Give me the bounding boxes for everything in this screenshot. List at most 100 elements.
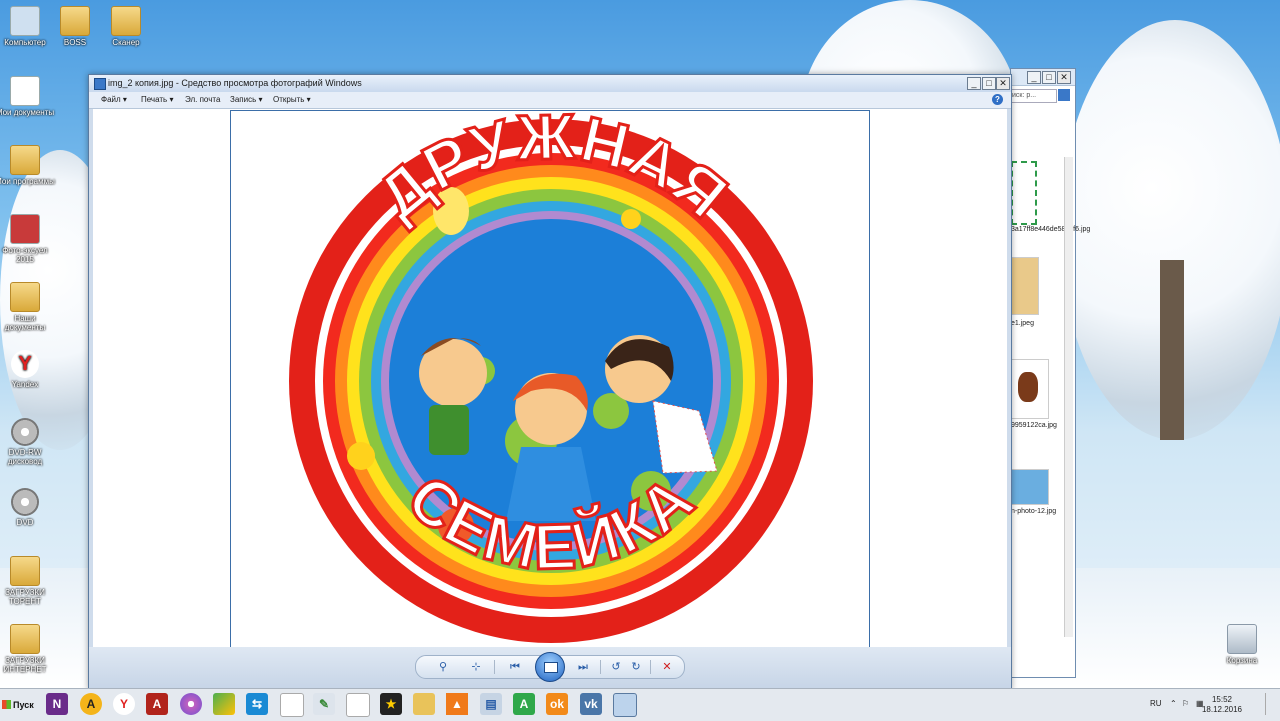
file-name[interactable]: n-photo-12.jpg	[1011, 507, 1071, 516]
vlc-icon[interactable]: ▲	[446, 693, 468, 715]
separator	[600, 660, 601, 674]
adguard-icon[interactable]: A	[513, 693, 535, 715]
rotate-counterclockwise-button[interactable]: ↺	[608, 660, 624, 674]
menu-print[interactable]: Печать ▾	[141, 95, 173, 104]
menu-file[interactable]: Файл ▾	[101, 95, 127, 104]
previous-button[interactable]: ⏮	[506, 660, 524, 674]
desktop-icon-internet-downloads[interactable]: ЗАГРУЗКИ ИНТЕРНЕТ	[0, 624, 55, 674]
tray-chevron-icon[interactable]: ⌃	[1170, 699, 1177, 708]
help-icon[interactable]: ?	[992, 94, 1003, 105]
actual-size-icon[interactable]: ⊹	[468, 660, 484, 674]
desktop-icon-label: Мои программы	[0, 177, 55, 186]
odnoklassniki-icon[interactable]: ok	[546, 693, 568, 715]
clock-date: 18.12.2016	[1201, 705, 1242, 714]
file-name[interactable]: 9959122ca.jpg	[1011, 421, 1071, 430]
menu-burn[interactable]: Запись ▾	[230, 95, 263, 104]
flag-icon[interactable]: ⚐	[1182, 699, 1189, 708]
recycle-bin-icon	[1227, 624, 1257, 654]
background-window-titlebar: _ □ ✕	[1011, 69, 1075, 86]
slideshow-button[interactable]	[535, 652, 565, 682]
vk-icon[interactable]: vk	[580, 693, 602, 715]
background-explorer-window[interactable]: _ □ ✕ иск: р... 3a17ff8e446de588bf6.jpg …	[1010, 68, 1090, 678]
language-indicator[interactable]: RU	[1150, 699, 1162, 708]
movie-maker-icon[interactable]: ★	[380, 693, 402, 715]
photo-app-icon	[10, 214, 40, 244]
druzhnaya-semeyka-logo: ДРУЖНАЯ СЕМЕЙКА	[289, 99, 813, 643]
desktop-icon-label: Yandex	[11, 380, 39, 389]
explorer-folder-icon[interactable]	[413, 693, 435, 715]
teamviewer-icon[interactable]: ⇆	[246, 693, 268, 715]
file-name[interactable]: e1.jpeg	[1011, 319, 1071, 328]
photo-viewer-task-icon[interactable]	[613, 693, 637, 717]
desktop-icon-photo[interactable]: Фото-эксуел 2015	[0, 214, 55, 264]
yandex-icon: Y	[11, 350, 39, 378]
viewer-controls: ⚲ ⊹ ⏮ ⏭ ↺ ↻ ✕	[89, 647, 1011, 688]
avast-icon[interactable]: A	[80, 693, 102, 715]
maximize-button[interactable]: □	[982, 77, 996, 90]
photo-viewer-window[interactable]: img_2 копия.jpg - Средство просмотра фот…	[88, 74, 1012, 690]
folder-icon	[10, 145, 40, 175]
controls-pill: ⚲ ⊹ ⏮ ⏭ ↺ ↻ ✕	[415, 652, 685, 682]
close-button[interactable]: ✕	[996, 77, 1010, 90]
acrobat-icon[interactable]: A	[146, 693, 168, 715]
chevron-down-icon: ▾	[122, 95, 127, 104]
desktop-icon-our-documents[interactable]: Наши документы	[0, 282, 55, 332]
windows-logo-icon	[2, 700, 11, 709]
desktop-icon-my-programs[interactable]: Мои программы	[0, 145, 55, 186]
start-button[interactable]: Пуск	[2, 694, 36, 716]
maximize-button[interactable]: □	[1042, 71, 1056, 84]
chevron-down-icon: ▾	[306, 95, 311, 104]
delete-button[interactable]: ✕	[658, 660, 676, 674]
menu-bar: Файл ▾ Печать ▾ Эл. почта Запись ▾ Откры…	[89, 92, 1011, 109]
file-thumbnail[interactable]	[1011, 359, 1049, 419]
yandex-browser-icon[interactable]: Y	[113, 693, 135, 715]
rotate-clockwise-button[interactable]: ↻	[628, 660, 644, 674]
desktop-icon-label: DVD	[16, 518, 34, 527]
media-player-icon[interactable]	[180, 693, 202, 715]
tree-trunk	[1160, 260, 1184, 440]
desktop-icon-label: Сканер	[112, 38, 140, 47]
menu-email[interactable]: Эл. почта	[185, 95, 220, 104]
desktop-icon-yandex[interactable]: Y Yandex	[0, 350, 55, 389]
disc-icon	[11, 418, 39, 446]
next-button[interactable]: ⏭	[574, 660, 592, 674]
desktop-icon-scanner[interactable]: Сканер	[96, 6, 156, 47]
desktop-icon-label: Мои документы	[0, 108, 55, 117]
search-input[interactable]: иск: р...	[1011, 89, 1057, 103]
minimize-button[interactable]: _	[1027, 71, 1041, 84]
document-icon[interactable]	[346, 693, 370, 717]
folder-icon	[10, 282, 40, 312]
zoom-icon[interactable]: ⚲	[432, 660, 454, 674]
onenote-icon[interactable]: N	[46, 693, 68, 715]
computer-icon	[10, 6, 40, 36]
desktop-icon-recycle-bin[interactable]: Корзина	[1212, 624, 1272, 665]
flower-shape	[621, 209, 641, 229]
blank-document-icon[interactable]	[280, 693, 304, 717]
desktop-icon-torrent-downloads[interactable]: ЗАГРУЗКИ ТОРЕНТ	[0, 556, 55, 606]
calculator-icon[interactable]: ▤	[480, 693, 502, 715]
flower-shape	[347, 442, 375, 470]
search-icon[interactable]	[1058, 89, 1070, 101]
menu-open[interactable]: Открыть ▾	[273, 95, 311, 104]
minimize-button[interactable]: _	[967, 77, 981, 90]
window-title: img_2 копия.jpg - Средство просмотра фот…	[108, 78, 362, 88]
file-thumbnail[interactable]	[1011, 257, 1039, 315]
desktop-icon-dvd-rw[interactable]: DVD-RW дисковод	[0, 418, 55, 466]
file-name[interactable]: 3a17ff8e446de588bf6.jpg	[1011, 225, 1090, 234]
desktop-icon-dvd[interactable]: DVD	[0, 488, 55, 527]
scrollbar[interactable]	[1064, 157, 1073, 637]
desktop-icon-label: Корзина	[1226, 656, 1258, 665]
chevron-down-icon: ▾	[258, 95, 263, 104]
show-desktop-button[interactable]	[1265, 693, 1278, 715]
close-button[interactable]: ✕	[1057, 71, 1071, 84]
desktop-icon-my-documents[interactable]: Мои документы	[0, 76, 55, 117]
chrome-icon[interactable]	[213, 693, 235, 715]
system-clock[interactable]: 15:52 18.12.2016	[1202, 695, 1242, 715]
displayed-photo[interactable]: ДРУЖНАЯ СЕМЕЙКА	[230, 99, 870, 648]
file-thumbnail[interactable]	[1011, 469, 1049, 505]
separator	[650, 660, 651, 674]
window-titlebar[interactable]: img_2 копия.jpg - Средство просмотра фот…	[89, 75, 1011, 92]
file-thumbnail[interactable]	[1011, 161, 1037, 225]
clock-time: 15:52	[1211, 695, 1232, 704]
paint-icon[interactable]: ✎	[313, 693, 335, 715]
